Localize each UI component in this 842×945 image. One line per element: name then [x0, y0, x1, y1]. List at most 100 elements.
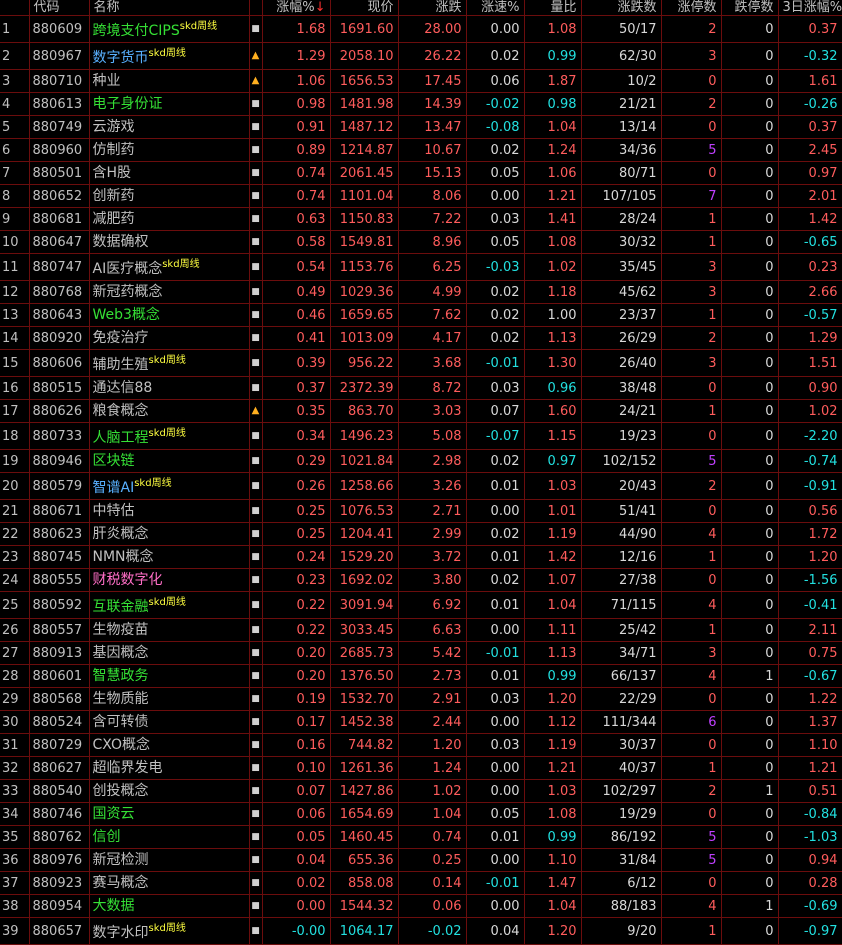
sector-name[interactable]: 通达信88: [89, 376, 250, 400]
sector-name[interactable]: 赛马概念: [89, 871, 250, 895]
table-row[interactable]: 10 880647 数据确权 ■ 0.58 1549.81 8.96 0.05 1.08 30/3…: [0, 230, 842, 254]
col-3day[interactable]: 3日涨幅%: [778, 0, 842, 16]
table-row[interactable]: 37 880923 赛马概念 ■ 0.02 858.08 0.14 -0.01 1.47 6/12…: [0, 871, 842, 895]
table-row[interactable]: 16 880515 通达信88 ■ 0.37 2372.39 8.72 0.03 0.96 38/…: [0, 376, 842, 400]
col-limitup[interactable]: 涨停数: [661, 0, 722, 16]
sector-name[interactable]: 新冠药概念: [89, 280, 250, 304]
col-volratio[interactable]: 量比: [524, 0, 582, 16]
sector-name[interactable]: 信创: [89, 825, 250, 849]
table-row[interactable]: 24 880555 财税数字化 ■ 0.23 1692.02 3.80 0.02 1.07 27/…: [0, 568, 842, 592]
sector-name[interactable]: 肝炎概念: [89, 522, 250, 546]
table-row[interactable]: 17 880626 粮食概念 ▲ 0.35 863.70 3.03 0.07 1.60 24/21…: [0, 399, 842, 423]
table-row[interactable]: 22 880623 肝炎概念 ■ 0.25 1204.41 2.99 0.02 1.19 44/9…: [0, 522, 842, 546]
sector-name[interactable]: 基因概念: [89, 641, 250, 665]
table-row[interactable]: 29 880568 生物质能 ■ 0.19 1532.70 2.91 0.03 1.20 22/2…: [0, 687, 842, 711]
sector-name[interactable]: 创新药: [89, 184, 250, 208]
sector-name[interactable]: 含可转债: [89, 710, 250, 734]
speed: 0.02: [466, 568, 525, 592]
sector-name[interactable]: 数字水印skd周线: [89, 917, 250, 945]
table-row[interactable]: 34 880746 国资云 ■ 0.06 1654.69 1.04 0.05 1.08 19/29…: [0, 802, 842, 826]
sector-name[interactable]: 国资云: [89, 802, 250, 826]
col-code[interactable]: 代码: [29, 0, 90, 16]
table-row[interactable]: 19 880946 区块链 ■ 0.29 1021.84 2.98 0.02 0.97 102/1…: [0, 449, 842, 473]
sector-name[interactable]: 生物疫苗: [89, 618, 250, 642]
table-row[interactable]: 8 880652 创新药 ■ 0.74 1101.04 8.06 0.00 1.21 107/10…: [0, 184, 842, 208]
sector-name[interactable]: 创投概念: [89, 779, 250, 803]
table-row[interactable]: 6 880960 仿制药 ■ 0.89 1214.87 10.67 0.02 1.24 34/36…: [0, 138, 842, 162]
sector-name[interactable]: 智谱AIskd周线: [89, 472, 250, 500]
table-row[interactable]: 11 880747 AI医疗概念skd周线 ■ 0.54 1153.76 6.25 -0.03…: [0, 253, 842, 281]
sector-name[interactable]: 粮食概念: [89, 399, 250, 423]
sector-name[interactable]: 电子身份证: [89, 92, 250, 116]
sector-name[interactable]: 减肥药: [89, 207, 250, 231]
sector-name[interactable]: 区块链: [89, 449, 250, 473]
table-row[interactable]: 18 880733 人脑工程skd周线 ■ 0.34 1496.23 5.08 -0.07 1.…: [0, 422, 842, 450]
table-row[interactable]: 23 880745 NMN概念 ■ 0.24 1529.20 3.72 0.01 1.42 12/…: [0, 545, 842, 569]
table-row[interactable]: 26 880557 生物疫苗 ■ 0.22 3033.45 6.63 0.00 1.11 25/4…: [0, 618, 842, 642]
sector-name[interactable]: 种业: [89, 69, 250, 93]
sector-name[interactable]: 人脑工程skd周线: [89, 422, 250, 450]
three-day-change: 1.02: [778, 399, 842, 423]
table-row[interactable]: 30 880524 含可转债 ■ 0.17 1452.38 2.44 0.00 1.12 111/…: [0, 710, 842, 734]
table-row[interactable]: 7 880501 含H股 ■ 0.74 2061.45 15.13 0.05 1.06 80/71…: [0, 161, 842, 185]
table-row[interactable]: 28 880601 智慧政务 ■ 0.20 1376.50 2.73 0.01 0.99 66/1…: [0, 664, 842, 688]
sector-name[interactable]: 跨境支付CIPSskd周线: [89, 15, 250, 43]
sector-name[interactable]: 新冠检测: [89, 848, 250, 872]
col-limitdown[interactable]: 跌停数: [721, 0, 779, 16]
sector-code: 880681: [29, 207, 90, 231]
col-pct[interactable]: 涨幅%↓: [262, 0, 331, 16]
col-updown[interactable]: 涨跌数: [581, 0, 662, 16]
sector-name[interactable]: 智慧政务: [89, 664, 250, 688]
sector-name[interactable]: Web3概念: [89, 303, 250, 327]
sector-name[interactable]: 生物质能: [89, 687, 250, 711]
table-row[interactable]: 14 880920 免疫治疗 ■ 0.41 1013.09 4.17 0.02 1.13 26/2…: [0, 326, 842, 350]
table-row[interactable]: 9 880681 减肥药 ■ 0.63 1150.83 7.22 0.03 1.41 28/24 1…: [0, 207, 842, 231]
col-index[interactable]: [0, 0, 30, 16]
col-price[interactable]: 现价: [330, 0, 399, 16]
table-row[interactable]: 39 880657 数字水印skd周线 ■ -0.00 1064.17 -0.02 0.04 1…: [0, 917, 842, 945]
table-row[interactable]: 25 880592 互联金融skd周线 ■ 0.22 3091.94 6.92 0.01 1.0…: [0, 591, 842, 619]
table-row[interactable]: 38 880954 大数据 ■ 0.00 1544.32 0.06 0.00 1.04 88/18…: [0, 894, 842, 918]
limit-up-count: 2: [661, 326, 722, 350]
table-row[interactable]: 1 880609 跨境支付CIPSskd周线 ■ 1.68 1691.60 28.00 0.0…: [0, 15, 842, 43]
sector-name[interactable]: 云游戏: [89, 115, 250, 139]
sector-name[interactable]: 数据确权: [89, 230, 250, 254]
sector-name[interactable]: 大数据: [89, 894, 250, 918]
table-row[interactable]: 12 880768 新冠药概念 ■ 0.49 1029.36 4.99 0.02 1.18 45/…: [0, 280, 842, 304]
sector-name[interactable]: NMN概念: [89, 545, 250, 569]
speed: 0.00: [466, 894, 525, 918]
sector-name[interactable]: 数字货币skd周线: [89, 42, 250, 70]
sector-name[interactable]: 仿制药: [89, 138, 250, 162]
table-row[interactable]: 20 880579 智谱AIskd周线 ■ 0.26 1258.66 3.26 0.01 1.0…: [0, 472, 842, 500]
table-row[interactable]: 33 880540 创投概念 ■ 0.07 1427.86 1.02 0.00 1.03 102/…: [0, 779, 842, 803]
table-row[interactable]: 32 880627 超临界发电 ■ 0.10 1261.36 1.24 0.00 1.21 40/…: [0, 756, 842, 780]
sector-name[interactable]: 含H股: [89, 161, 250, 185]
table-row[interactable]: 4 880613 电子身份证 ■ 0.98 1481.98 14.39 -0.02 0.98 21…: [0, 92, 842, 116]
table-row[interactable]: 13 880643 Web3概念 ■ 0.46 1659.65 7.62 0.02 1.00 23…: [0, 303, 842, 327]
table-row[interactable]: 5 880749 云游戏 ■ 0.91 1487.12 13.47 -0.08 1.04 13/1…: [0, 115, 842, 139]
sector-name[interactable]: AI医疗概念skd周线: [89, 253, 250, 281]
table-row[interactable]: 31 880729 CXO概念 ■ 0.16 744.82 1.20 0.03 1.19 30/3…: [0, 733, 842, 757]
sector-name[interactable]: 财税数字化: [89, 568, 250, 592]
sector-name[interactable]: 辅助生殖skd周线: [89, 349, 250, 377]
table-row[interactable]: 2 880967 数字货币skd周线 ▲ 1.29 2058.10 26.22 0.02 0.9…: [0, 42, 842, 70]
col-speed[interactable]: 涨速%: [466, 0, 525, 16]
three-day-change: 1.22: [778, 687, 842, 711]
sector-name[interactable]: 免疫治疗: [89, 326, 250, 350]
volume-ratio: 0.96: [524, 376, 582, 400]
sector-name[interactable]: 超临界发电: [89, 756, 250, 780]
col-change[interactable]: 涨跌: [398, 0, 467, 16]
sector-name[interactable]: CXO概念: [89, 733, 250, 757]
sector-name[interactable]: 互联金融skd周线: [89, 591, 250, 619]
price: 863.70: [330, 399, 399, 423]
limit-up-count: 6: [661, 710, 722, 734]
table-row[interactable]: 21 880671 中特估 ■ 0.25 1076.53 2.71 0.00 1.01 51/41…: [0, 499, 842, 523]
table-row[interactable]: 15 880606 辅助生殖skd周线 ■ 0.39 956.22 3.68 -0.01 1.3…: [0, 349, 842, 377]
col-name[interactable]: 名称: [89, 0, 250, 16]
price: 1452.38: [330, 710, 399, 734]
sector-name[interactable]: 中特估: [89, 499, 250, 523]
table-row[interactable]: 35 880762 信创 ■ 0.05 1460.45 0.74 0.01 0.99 86/192…: [0, 825, 842, 849]
table-row[interactable]: 36 880976 新冠检测 ■ 0.04 655.36 0.25 0.00 1.10 31/84…: [0, 848, 842, 872]
table-row[interactable]: 3 880710 种业 ▲ 1.06 1656.53 17.45 0.06 1.87 10/2 0 0…: [0, 69, 842, 93]
table-row[interactable]: 27 880913 基因概念 ■ 0.20 2685.73 5.42 -0.01 1.13 34/…: [0, 641, 842, 665]
